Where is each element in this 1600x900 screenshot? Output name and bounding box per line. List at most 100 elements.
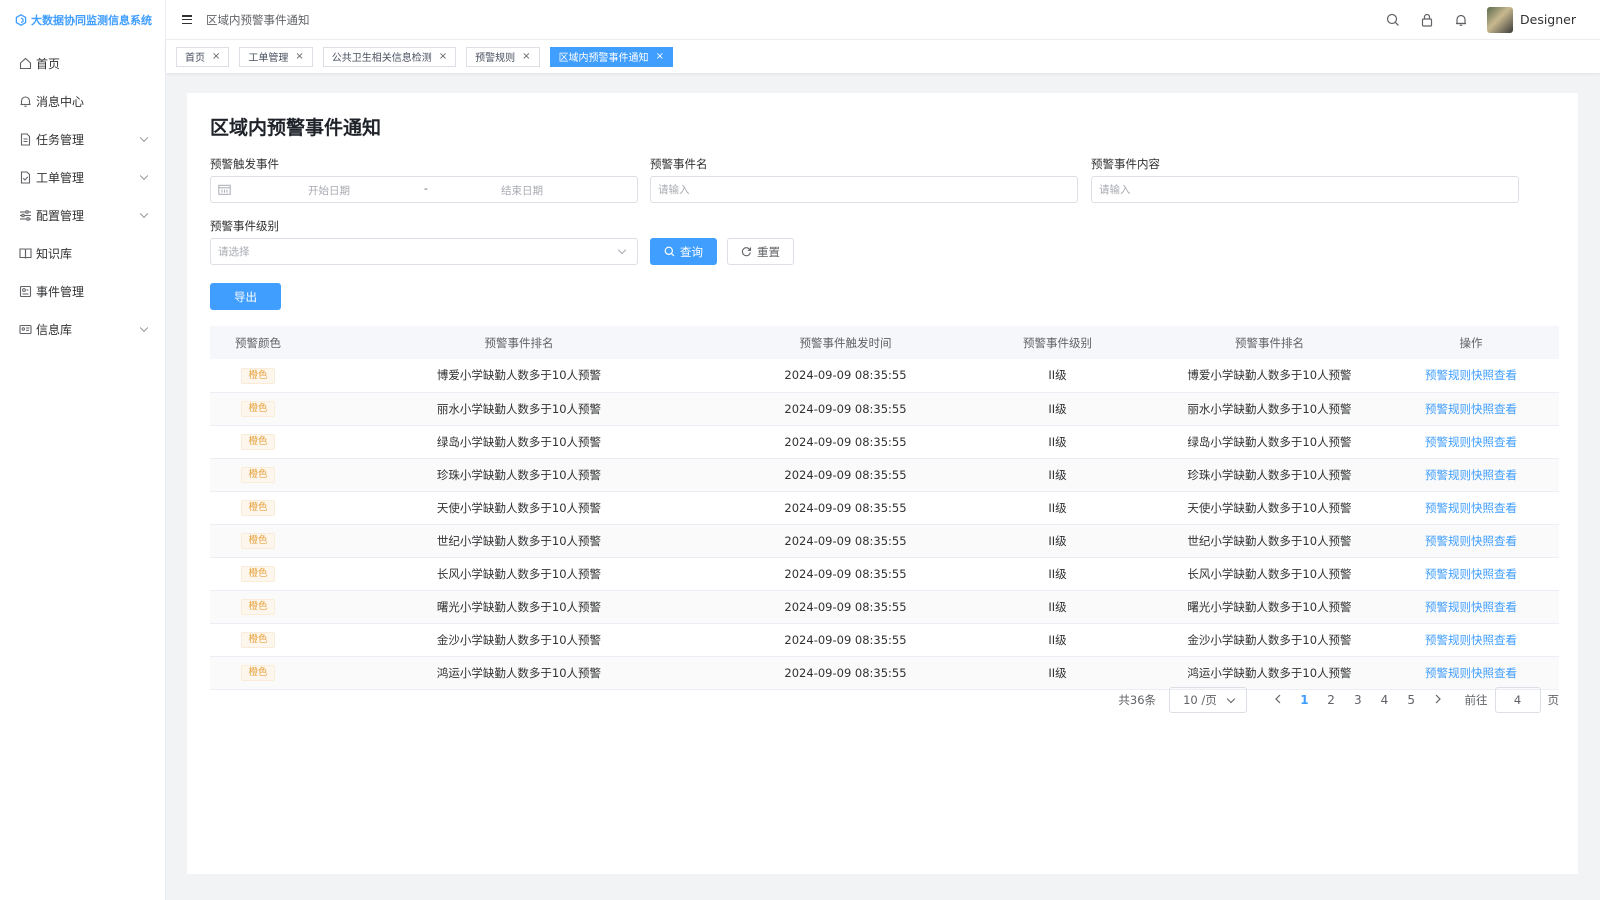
notification-bell-icon[interactable] (1453, 12, 1469, 28)
sidebar-item-label: 事件管理 (36, 284, 85, 299)
event-rank-cell: 天使小学缺勤人数多于10人预警 (1156, 491, 1383, 525)
warning-color-tag: 橙色 (241, 434, 275, 450)
level-cell: II级 (959, 458, 1156, 492)
tab-tag[interactable]: 公共卫生相关信息检测 × (322, 46, 457, 67)
column-header: 操作 (1383, 326, 1559, 359)
sidebar-item[interactable]: 信息库 (0, 310, 165, 348)
action-cell: 预警规则快照查看 (1383, 359, 1559, 393)
sidebar-item[interactable]: 消息中心 (0, 82, 165, 120)
view-rule-snapshot-link[interactable]: 预警规则快照查看 (1425, 666, 1517, 680)
sidebar-item-label: 首页 (36, 56, 61, 71)
sidebar-item[interactable]: 知识库 (0, 234, 165, 272)
page-number[interactable]: 1 (1291, 693, 1318, 707)
page-size-value: 10 /页 (1183, 693, 1217, 707)
view-rule-snapshot-link[interactable]: 预警规则快照查看 (1425, 633, 1517, 647)
sidebar-item[interactable]: 工单管理 (0, 158, 165, 196)
event-icon (18, 284, 32, 298)
close-icon[interactable]: × (295, 51, 303, 62)
color-cell: 橙色 (210, 590, 306, 624)
view-rule-snapshot-link[interactable]: 预警规则快照查看 (1425, 402, 1517, 416)
table-row: 橙色 博爱小学缺勤人数多于10人预警 2024-09-09 08:35:55 II级博… (210, 359, 1559, 393)
color-cell: 橙色 (210, 392, 306, 426)
sidebar-item[interactable]: 首页 (0, 44, 165, 82)
view-rule-snapshot-link[interactable]: 预警规则快照查看 (1425, 501, 1517, 515)
page-number[interactable]: 2 (1318, 693, 1345, 707)
chevron-down-icon (139, 323, 149, 333)
event-name-cell: 曙光小学缺勤人数多于10人预警 (306, 590, 732, 624)
book-icon (18, 246, 32, 260)
level-cell: II级 (959, 524, 1156, 558)
view-rule-snapshot-link[interactable]: 预警规则快照查看 (1425, 368, 1517, 382)
table-row: 橙色 世纪小学缺勤人数多于10人预警 2024-09-09 08:35:55 II级世… (210, 524, 1559, 558)
event-name-cell: 丽水小学缺勤人数多于10人预警 (306, 392, 732, 426)
trigger-time-cell: 2024-09-09 08:35:55 (732, 524, 959, 558)
reset-button[interactable]: 重置 (727, 238, 794, 265)
action-cell: 预警规则快照查看 (1383, 458, 1559, 492)
tab-tag[interactable]: 工单管理 × (239, 46, 313, 67)
event-level-select[interactable]: 请选择 (210, 238, 638, 265)
view-rule-snapshot-link[interactable]: 预警规则快照查看 (1425, 435, 1517, 449)
close-icon[interactable]: × (212, 51, 220, 62)
end-date-input[interactable]: 结束日期 (501, 183, 543, 198)
warning-color-tag: 橙色 (241, 665, 275, 681)
export-button[interactable]: 导出 (210, 283, 281, 310)
warning-color-tag: 橙色 (241, 632, 275, 648)
warning-color-tag: 橙色 (241, 533, 275, 549)
view-rule-snapshot-link[interactable]: 预警规则快照查看 (1425, 600, 1517, 614)
view-rule-snapshot-link[interactable]: 预警规则快照查看 (1425, 567, 1517, 581)
event-name-cell: 世纪小学缺勤人数多于10人预警 (306, 524, 732, 558)
event-name-input[interactable]: 请输入 (650, 176, 1078, 203)
query-button[interactable]: 查询 (650, 238, 717, 265)
tab-tag-label: 公共卫生相关信息检测 (331, 53, 432, 64)
tab-tag-label: 预警规则 (475, 53, 516, 64)
prev-page-icon[interactable] (1265, 693, 1291, 707)
event-name-cell: 博爱小学缺勤人数多于10人预警 (306, 359, 732, 393)
sidebar-item[interactable]: 配置管理 (0, 196, 165, 234)
table-row: 橙色 珍珠小学缺勤人数多于10人预警 2024-09-09 08:35:55 II级珍… (210, 458, 1559, 492)
tab-tag[interactable]: 区域内预警事件通知 × (549, 46, 673, 67)
tab-tag[interactable]: 首页 × (176, 46, 230, 67)
event-content-input[interactable]: 请输入 (1091, 176, 1519, 203)
menu-toggle-icon[interactable] (182, 15, 192, 24)
table-row: 橙色 天使小学缺勤人数多于10人预警 2024-09-09 08:35:55 II级天… (210, 491, 1559, 525)
trigger-event-label: 预警触发事件 (210, 157, 279, 171)
close-icon[interactable]: × (439, 51, 447, 62)
view-rule-snapshot-link[interactable]: 预警规则快照查看 (1425, 468, 1517, 482)
tab-tag-label: 首页 (185, 53, 205, 64)
start-date-input[interactable]: 开始日期 (308, 183, 350, 198)
page-size-select[interactable]: 10 /页 (1169, 687, 1248, 713)
goto-page-input[interactable]: 4 (1494, 687, 1541, 713)
lock-icon[interactable] (1419, 12, 1435, 28)
tab-tag[interactable]: 预警规则 × (466, 46, 540, 67)
view-rule-snapshot-link[interactable]: 预警规则快照查看 (1425, 534, 1517, 548)
sliders-icon (18, 208, 32, 222)
warning-color-tag: 橙色 (241, 500, 275, 516)
column-header: 预警颜色 (210, 326, 306, 359)
search-icon[interactable] (1385, 12, 1401, 28)
username[interactable]: Designer (1520, 12, 1576, 27)
color-cell: 橙色 (210, 491, 306, 525)
export-button-label: 导出 (234, 289, 257, 304)
calendar-icon (218, 184, 231, 195)
event-name-cell: 绿岛小学缺勤人数多于10人预警 (306, 425, 732, 459)
action-cell: 预警规则快照查看 (1383, 557, 1559, 591)
page-number[interactable]: 3 (1344, 693, 1371, 707)
app-logo[interactable]: 大数据协同监测信息系统 (0, 0, 165, 40)
close-icon[interactable]: × (656, 51, 664, 62)
tab-tag-label: 区域内预警事件通知 (558, 53, 649, 64)
content-card: 区域内预警事件通知 预警触发事件 开始日期 - 结束日期 预警事件名 请输入 预… (187, 93, 1578, 874)
next-page-icon[interactable] (1425, 693, 1451, 707)
sidebar-item[interactable]: 事件管理 (0, 272, 165, 310)
sidebar-item-label: 消息中心 (36, 94, 85, 109)
warning-events-table: 预警颜色 预警事件排名 预警事件触发时间 预警事件级别 预警事件排名 操作 橙色 博爱小学缺… (210, 326, 1559, 690)
page-number[interactable]: 5 (1398, 693, 1425, 707)
date-range-picker[interactable]: 开始日期 - 结束日期 (210, 176, 638, 203)
trigger-time-cell: 2024-09-09 08:35:55 (732, 557, 959, 591)
page-number[interactable]: 4 (1371, 693, 1398, 707)
sidebar-item[interactable]: 任务管理 (0, 120, 165, 158)
chevron-down-icon (617, 245, 627, 255)
table-row: 橙色 丽水小学缺勤人数多于10人预警 2024-09-09 08:35:55 II级丽… (210, 392, 1559, 426)
close-icon[interactable]: × (522, 51, 530, 62)
chevron-down-icon (139, 171, 149, 181)
avatar[interactable] (1487, 6, 1513, 33)
